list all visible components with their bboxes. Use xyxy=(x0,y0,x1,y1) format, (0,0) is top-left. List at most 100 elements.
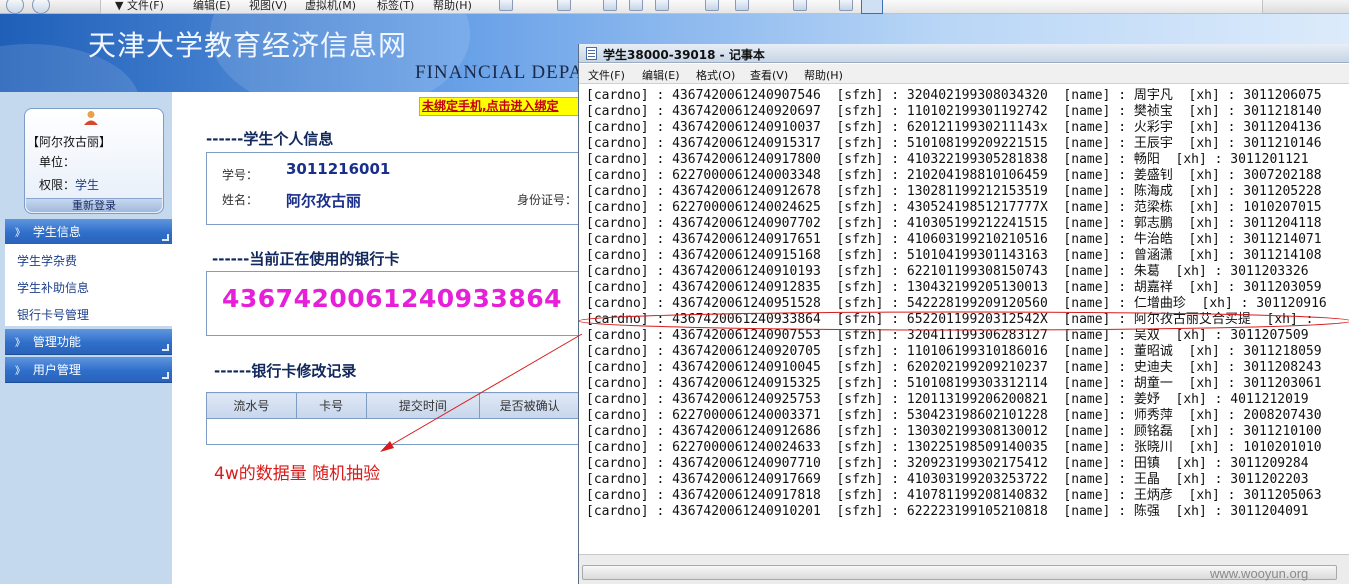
notepad-window: 学生38000-39018 - 记事本 文件(F) 编辑(E) 格式(O) 查看… xyxy=(578,44,1349,584)
annotation-note: 4w的数据量 随机抽验 xyxy=(214,464,381,484)
user-name: 【阿尔孜古丽】 xyxy=(27,135,112,149)
student-name-value: 阿尔孜古丽 xyxy=(286,192,362,210)
column-confirmed: 是否被确认 xyxy=(479,392,580,419)
unity-icon[interactable] xyxy=(735,0,749,11)
student-id-label: 学号： xyxy=(222,168,259,182)
sidebar-section-admin[interactable]: 》 管理功能 xyxy=(5,329,172,355)
corner-arrow-icon xyxy=(162,344,169,351)
student-name-label: 姓名： xyxy=(222,193,259,207)
notepad-line: [cardno] : 4367420061240912686 [sfzh] : … xyxy=(586,424,1322,439)
revert-icon[interactable] xyxy=(629,0,643,11)
notepad-icon xyxy=(586,47,597,60)
vm-menu-toolbar: ▼ 文件(F) 编辑(E) 视图(V) 虚拟机(M) 标签(T) 帮助(H) xyxy=(100,0,1263,14)
menu-help[interactable]: 帮助(H) xyxy=(433,0,472,13)
notepad-menu-edit[interactable]: 编辑(E) xyxy=(642,67,680,83)
watermark: www.wooyun.org xyxy=(1210,566,1309,581)
back-icon[interactable] xyxy=(6,0,24,14)
unit-label: 单位： xyxy=(39,155,76,169)
sidebar: 【阿尔孜古丽】 单位： 权限： 学生 重新登录 》 学生信息 学生学杂费 学生补… xyxy=(0,92,190,584)
sidebar-section-users[interactable]: 》 用户管理 xyxy=(5,357,172,383)
chevron-right-icon: 》 xyxy=(15,338,25,349)
notepad-line: [cardno] : 4367420061240917800 [sfzh] : … xyxy=(586,152,1309,167)
notepad-menu-file[interactable]: 文件(F) xyxy=(588,67,625,83)
column-submit-time: 提交时间 xyxy=(365,392,481,419)
menu-vm[interactable]: 虚拟机(M) xyxy=(305,0,356,13)
site-subtitle: FINANCIAL DEPA xyxy=(415,62,584,83)
student-info-box xyxy=(206,152,580,225)
table-header-row: 流水号 卡号 提交时间 是否被确认 xyxy=(206,392,580,419)
notepad-line: [cardno] : 6227000061240024625 [sfzh] : … xyxy=(586,200,1322,215)
snapshot-icon[interactable] xyxy=(603,0,617,11)
corner-arrow-icon xyxy=(162,234,169,241)
notepad-line: [cardno] : 4367420061240912678 [sfzh] : … xyxy=(586,184,1322,199)
notepad-line: [cardno] : 6227000061240003371 [sfzh] : … xyxy=(586,408,1322,423)
sidebar-item-tuition[interactable]: 学生学杂费 xyxy=(17,252,77,269)
console-view-icon[interactable] xyxy=(861,0,883,14)
sidebar-item-subsidy[interactable]: 学生补助信息 xyxy=(17,279,89,296)
empty-cell xyxy=(206,418,580,445)
sidebar-section-label: 用户管理 xyxy=(32,363,81,377)
screen-icon[interactable] xyxy=(557,0,571,11)
notepad-line: [cardno] : 4367420061240907702 [sfzh] : … xyxy=(586,216,1322,231)
notepad-menu-format[interactable]: 格式(O) xyxy=(696,67,735,83)
forward-icon[interactable] xyxy=(32,0,50,14)
notepad-line: [cardno] : 4367420061240910045 [sfzh] : … xyxy=(586,360,1322,375)
table-row xyxy=(206,418,580,445)
notepad-line: [cardno] : 4367420061240951528 [sfzh] : … xyxy=(586,296,1327,311)
notepad-line: [cardno] : 4367420061240907710 [sfzh] : … xyxy=(586,456,1309,471)
fullscreen-icon[interactable] xyxy=(705,0,719,11)
notepad-menu-view[interactable]: 查看(V) xyxy=(750,67,788,83)
sidebar-section-student-info[interactable]: 》 学生信息 xyxy=(5,219,172,245)
notepad-line: [cardno] : 6227000061240003348 [sfzh] : … xyxy=(586,168,1322,183)
notepad-line: [cardno] : 4367420061240917818 [sfzh] : … xyxy=(586,488,1322,503)
student-id-value: 3011216001 xyxy=(286,160,391,178)
column-card: 卡号 xyxy=(295,392,367,419)
menu-tabs[interactable]: 标签(T) xyxy=(377,0,414,13)
card-history-title: ------银行卡修改记录 xyxy=(214,362,357,380)
notepad-menu-help[interactable]: 帮助(H) xyxy=(804,67,843,83)
notepad-line: [cardno] : 4367420061240915317 [sfzh] : … xyxy=(586,136,1322,151)
corner-arrow-icon xyxy=(162,372,169,379)
role-label: 权限： xyxy=(39,178,76,192)
notepad-line: [cardno] : 4367420061240907553 [sfzh] : … xyxy=(586,328,1309,343)
info-icon[interactable] xyxy=(793,0,807,11)
column-serial: 流水号 xyxy=(206,392,297,419)
browser-toolbar: ▼ 文件(F) 编辑(E) 视图(V) 虚拟机(M) 标签(T) 帮助(H) xyxy=(0,0,1349,14)
notepad-line: [cardno] : 4367420061240933864 [sfzh] : … xyxy=(586,312,1314,327)
notepad-line: [cardno] : 4367420061240917669 [sfzh] : … xyxy=(586,472,1309,487)
notepad-menubar: 文件(F) 编辑(E) 格式(O) 查看(V) 帮助(H) xyxy=(579,64,1349,84)
menu-edit[interactable]: 编辑(E) xyxy=(193,0,231,13)
notepad-line: [cardno] : 4367420061240915168 [sfzh] : … xyxy=(586,248,1322,263)
bind-phone-link[interactable]: 未绑定手机,点击进入绑定 xyxy=(419,97,589,116)
user-card: 【阿尔孜古丽】 单位： 权限： 学生 重新登录 xyxy=(24,108,164,214)
student-info-title: ------学生个人信息 xyxy=(206,130,334,148)
notepad-line: [cardno] : 4367420061240917651 [sfzh] : … xyxy=(586,232,1322,247)
menu-view[interactable]: 视图(V) xyxy=(249,0,287,13)
notepad-line: [cardno] : 4367420061240915325 [sfzh] : … xyxy=(586,376,1322,391)
notepad-line: [cardno] : 4367420061240912835 [sfzh] : … xyxy=(586,280,1322,295)
power-icon[interactable] xyxy=(499,0,513,11)
notepad-title: 学生38000-39018 - 记事本 xyxy=(603,48,765,62)
notepad-line: [cardno] : 4367420061240910193 [sfzh] : … xyxy=(586,264,1309,279)
library-icon[interactable] xyxy=(839,0,853,11)
site-title: 天津大学教育经济信息网 xyxy=(88,29,408,62)
menu-file[interactable]: ▼ 文件(F) xyxy=(115,0,164,13)
relogin-button[interactable]: 重新登录 xyxy=(26,198,162,212)
bank-card-number: 4367420061240933864 xyxy=(222,284,563,313)
bank-card-title: ------当前正在使用的银行卡 xyxy=(212,250,400,268)
manage-snapshot-icon[interactable] xyxy=(655,0,669,11)
chevron-right-icon: 》 xyxy=(15,366,25,377)
user-avatar-icon xyxy=(84,111,98,125)
sidebar-item-bankcard[interactable]: 银行卡号管理 xyxy=(17,306,89,323)
notepad-line: [cardno] : 4367420061240920705 [sfzh] : … xyxy=(586,344,1322,359)
notepad-line: [cardno] : 4367420061240910037 [sfzh] : … xyxy=(586,120,1322,135)
id-card-label: 身份证号： xyxy=(517,193,578,207)
notepad-titlebar[interactable]: 学生38000-39018 - 记事本 xyxy=(579,44,1349,63)
notepad-line: [cardno] : 6227000061240024633 [sfzh] : … xyxy=(586,440,1322,455)
notepad-text-area[interactable]: [cardno] : 4367420061240907546 [sfzh] : … xyxy=(586,88,1349,566)
notepad-line: [cardno] : 4367420061240925753 [sfzh] : … xyxy=(586,392,1309,407)
sidebar-gap xyxy=(172,92,190,584)
notepad-line: [cardno] : 4367420061240910201 [sfzh] : … xyxy=(586,504,1309,519)
card-history-table: 流水号 卡号 提交时间 是否被确认 xyxy=(206,392,580,445)
notepad-line: [cardno] : 4367420061240907546 [sfzh] : … xyxy=(586,88,1322,103)
